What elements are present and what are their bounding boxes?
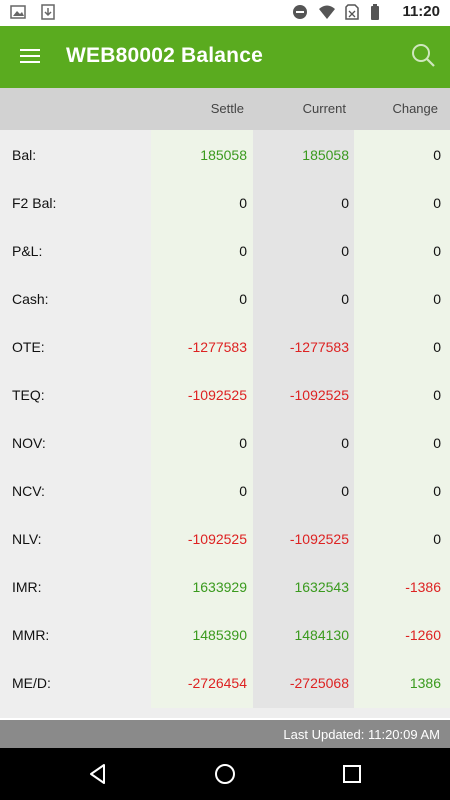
settle-value: 185058 xyxy=(200,147,247,163)
change-value: 0 xyxy=(433,387,441,403)
row-label: IMR: xyxy=(12,579,42,595)
current-value: -1092525 xyxy=(289,387,349,403)
change-value: 0 xyxy=(433,435,441,451)
change-value: -1260 xyxy=(405,627,441,643)
row-label: NOV: xyxy=(12,435,46,451)
column-header-current: Current xyxy=(302,101,346,116)
settle-value: -1092525 xyxy=(187,531,247,547)
table-row: Cash: 0 0 0 xyxy=(0,274,450,322)
row-label: ME/D: xyxy=(12,675,51,691)
table-row: IMR: 1633929 1632543 -1386 xyxy=(0,562,450,610)
change-value: 1386 xyxy=(409,675,441,691)
row-label: MMR: xyxy=(12,627,50,643)
current-value: 1484130 xyxy=(294,627,349,643)
current-value: 0 xyxy=(341,435,349,451)
current-value: 0 xyxy=(341,243,349,259)
do-not-disturb-icon xyxy=(292,4,308,20)
last-updated-bar: Last Updated: 11:20:09 AM xyxy=(0,720,450,748)
system-nav-bar xyxy=(0,748,450,800)
download-notification-icon xyxy=(40,4,56,20)
wifi-icon xyxy=(318,4,336,20)
settle-value: -1277583 xyxy=(187,339,247,355)
change-value: 0 xyxy=(433,291,441,307)
table-header: Settle Current Change xyxy=(0,88,450,130)
search-icon[interactable] xyxy=(410,42,436,68)
table-row: TEQ: -1092525 -1092525 0 xyxy=(0,370,450,418)
recents-icon[interactable] xyxy=(340,762,364,786)
current-value: 0 xyxy=(341,291,349,307)
settle-value: 0 xyxy=(239,483,247,499)
change-value: 0 xyxy=(433,531,441,547)
settle-value: 0 xyxy=(239,435,247,451)
table-row: ME/D: -2726454 -2725068 1386 xyxy=(0,658,450,706)
current-value: 185058 xyxy=(302,147,349,163)
page-title: WEB80002 Balance xyxy=(66,44,263,67)
change-value: -1386 xyxy=(405,579,441,595)
change-value: 0 xyxy=(433,483,441,499)
row-label: Bal: xyxy=(12,147,37,163)
settle-value: 1485390 xyxy=(192,627,247,643)
settle-value: 0 xyxy=(239,195,247,211)
table-row: NOV: 0 0 0 xyxy=(0,418,450,466)
column-header-settle: Settle xyxy=(210,101,244,116)
row-label: NLV: xyxy=(12,531,42,547)
current-value: 0 xyxy=(341,195,349,211)
back-icon[interactable] xyxy=(86,762,110,786)
row-label: Cash: xyxy=(12,291,49,307)
table-row: NCV: 0 0 0 xyxy=(0,466,450,514)
table-row: P&L: 0 0 0 xyxy=(0,226,450,274)
change-value: 0 xyxy=(433,147,441,163)
balance-table: Bal: 185058 185058 0 F2 Bal: 0 0 0 P&L: 0 0 0 Cash: 0… xyxy=(0,130,450,718)
current-value: -1277583 xyxy=(289,339,349,355)
settle-value: 0 xyxy=(239,243,247,259)
clock: 11:20 xyxy=(402,3,440,20)
change-value: 0 xyxy=(433,243,441,259)
status-bar: 11:20 xyxy=(0,0,450,26)
row-label: F2 Bal: xyxy=(12,195,57,211)
row-label: OTE: xyxy=(12,339,45,355)
table-row: F2 Bal: 0 0 0 xyxy=(0,178,450,226)
no-sim-icon xyxy=(344,3,360,20)
table-row: NLV: -1092525 -1092525 0 xyxy=(0,514,450,562)
table-row: OTE: -1277583 -1277583 0 xyxy=(0,322,450,370)
column-header-change: Change xyxy=(392,101,438,116)
battery-icon xyxy=(370,3,386,20)
row-label: P&L: xyxy=(12,243,43,259)
app-bar: WEB80002 Balance xyxy=(0,26,450,88)
home-icon[interactable] xyxy=(213,762,237,786)
table-row: MMR: 1485390 1484130 -1260 xyxy=(0,610,450,658)
menu-icon[interactable] xyxy=(18,44,42,68)
settle-value: 0 xyxy=(239,291,247,307)
last-updated-text: Last Updated: 11:20:09 AM xyxy=(283,727,440,742)
current-value: -1092525 xyxy=(289,531,349,547)
settle-value: 1633929 xyxy=(192,579,247,595)
change-value: 0 xyxy=(433,339,441,355)
row-label: TEQ: xyxy=(12,387,45,403)
image-notification-icon xyxy=(10,4,26,20)
current-value: 0 xyxy=(341,483,349,499)
current-value: -2725068 xyxy=(289,675,349,691)
table-row: Bal: 185058 185058 0 xyxy=(0,130,450,178)
row-label: NCV: xyxy=(12,483,45,499)
change-value: 0 xyxy=(433,195,441,211)
settle-value: -2726454 xyxy=(187,675,247,691)
settle-value: -1092525 xyxy=(187,387,247,403)
current-value: 1632543 xyxy=(294,579,349,595)
